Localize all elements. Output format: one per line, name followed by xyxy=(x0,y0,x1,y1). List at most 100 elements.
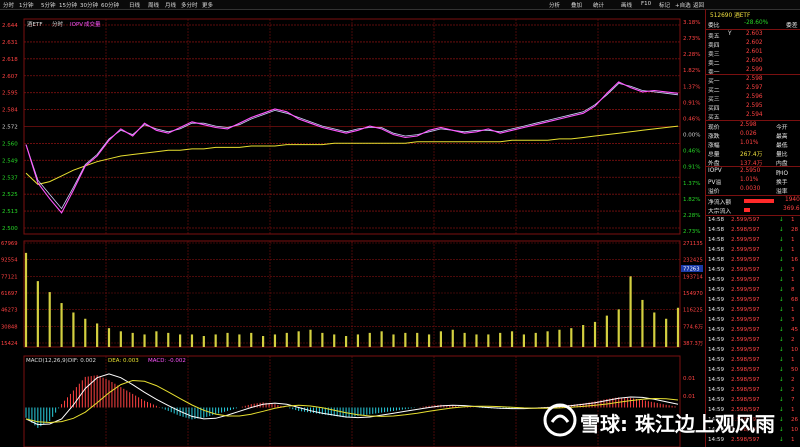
flow-bar xyxy=(744,199,774,203)
volume-tick-label-left: 77121 xyxy=(1,274,18,280)
iopv-label: IOPV xyxy=(708,168,722,174)
divider xyxy=(706,195,800,196)
iopv-row: 溢价 0.0030 溢率 xyxy=(706,186,800,195)
tick-row: 14:58 2.598/597 ↓ 28 xyxy=(706,227,800,235)
toolbar-action-1[interactable]: 叠加 xyxy=(571,1,582,9)
toolbar-tab-10[interactable]: 更多 xyxy=(202,1,213,9)
tick-direction: ↓ xyxy=(779,237,784,243)
toolbar-tab-7[interactable]: 周线 xyxy=(148,1,159,9)
volume-tick-label-left: 61697 xyxy=(1,291,18,297)
tick-price: 2.599/597 xyxy=(731,287,760,293)
price-tick-label: 2.631 xyxy=(2,40,18,46)
volume-tick-label-right: 193714 xyxy=(683,274,704,280)
toolbar-action-7[interactable]: 返回 xyxy=(693,1,704,9)
divider xyxy=(706,166,800,167)
bid-price: 2.596 xyxy=(746,94,763,100)
volume-tick-label-left: 15424 xyxy=(1,341,18,347)
tick-volume: 2 xyxy=(791,377,795,383)
tick-time: 14:59 xyxy=(708,277,725,283)
pct-tick-label: 2.28% xyxy=(683,52,700,58)
legend-mode: 分时 xyxy=(52,20,64,28)
tick-volume: 50 xyxy=(791,367,799,373)
tick-direction: ↓ xyxy=(779,327,784,333)
tick-time: 14:58 xyxy=(708,237,725,243)
quote-panel: 512690 酒ETF 委比 -28.60% 委差 卖五 Y 2.603 卖四 2.60… xyxy=(705,9,800,447)
webi-label: 委比 xyxy=(708,23,720,29)
legend-fund-name: 酒ETF xyxy=(27,20,43,28)
tick-row: 14:58 2.599/597 ↓ 16 xyxy=(706,257,800,265)
tick-volume: 2 xyxy=(791,387,795,393)
ask-price: 2.601 xyxy=(746,49,763,55)
weicha-label: 委差 xyxy=(786,23,798,29)
stat-label: 现价 xyxy=(708,125,720,131)
tick-time: 14:59 xyxy=(708,317,725,323)
tick-volume: 2 xyxy=(791,337,795,343)
bid-row: 买二 2.597 xyxy=(706,85,800,94)
stat-label: 涨幅 xyxy=(708,143,720,149)
watermark: 雪球: 珠江边上观风雨 xyxy=(540,398,800,442)
tick-row: 14:59 2.598/597 ↓ 50 xyxy=(706,367,800,375)
toolbar-tab-6[interactable]: 日线 xyxy=(129,1,140,9)
tick-volume: 1 xyxy=(791,307,795,313)
tick-volume: 3 xyxy=(791,267,795,273)
tick-volume: 68 xyxy=(791,297,799,303)
toolbar-tab-2[interactable]: 5分钟 xyxy=(41,1,56,9)
price-tick-label: 2.644 xyxy=(2,23,18,29)
price-tick-label: 2.549 xyxy=(2,158,18,164)
iopv-label: 溢价 xyxy=(708,189,720,195)
macd-value: MACD: -0.002 xyxy=(148,358,186,364)
stat-value: 267.4万 xyxy=(740,152,763,158)
tick-time: 14:58 xyxy=(708,227,725,233)
toolbar-tab-9[interactable]: 多分时 xyxy=(181,1,198,9)
toolbar-action-0[interactable]: 分析 xyxy=(549,1,560,9)
tick-price: 2.599/597 xyxy=(731,247,760,253)
volume-tick-label-right: 271135 xyxy=(683,241,703,247)
macd-right-label: 0.01 xyxy=(683,376,695,382)
volume-tick-label-right: 154970 xyxy=(683,291,703,297)
ask-label: 卖四 xyxy=(708,43,720,49)
toolbar-tab-3[interactable]: 15分钟 xyxy=(59,1,77,9)
tick-volume: 1 xyxy=(791,237,795,243)
webi-row: 委比 -28.60% 委差 xyxy=(706,20,800,29)
chart-canvas[interactable]: 2.644 2.631 2.618 2.607 2.595 2.584 2.572 2.560… xyxy=(0,9,705,447)
tick-price: 2.598/597 xyxy=(731,357,760,363)
pct-tick-label: 0.00% xyxy=(683,133,700,139)
toolbar-tab-8[interactable]: 月线 xyxy=(165,1,176,9)
toolbar-action-4[interactable]: F10 xyxy=(641,1,651,7)
tick-time: 14:58 xyxy=(708,247,725,253)
toolbar-action-2[interactable]: 统计 xyxy=(593,1,604,9)
ask-price: 2.602 xyxy=(746,40,763,46)
toolbar-tab-0[interactable]: 分时 xyxy=(3,1,14,9)
ask-row: 卖四 2.602 xyxy=(706,40,800,49)
divider xyxy=(706,120,800,121)
tick-time: 14:59 xyxy=(708,307,725,313)
tick-price: 2.599/597 xyxy=(731,267,760,273)
tick-direction: ↓ xyxy=(779,367,784,373)
toolbar-action-3[interactable]: 画线 xyxy=(621,1,632,9)
tick-row: 14:59 2.599/597 ↓ 1 xyxy=(706,307,800,315)
iopv-row: PV溢 1.01% 换手 xyxy=(706,177,800,186)
iopv-value: 0.0030 xyxy=(740,186,761,192)
toolbar-action-5[interactable]: 标记 xyxy=(659,1,670,9)
tick-direction: ↓ xyxy=(779,287,784,293)
toolbar-tab-4[interactable]: 30分钟 xyxy=(80,1,98,9)
volume-tick-label-right: 116225 xyxy=(683,308,703,314)
bid-row: 买三 2.596 xyxy=(706,94,800,103)
tick-price: 2.599/597 xyxy=(731,237,760,243)
tick-row: 14:59 2.598/597 ↓ 2 xyxy=(706,377,800,385)
bid-price: 2.595 xyxy=(746,103,763,109)
bid-row: 买四 2.595 xyxy=(706,103,800,112)
toolbar-tab-5[interactable]: 60分钟 xyxy=(101,1,119,9)
tick-time: 14:59 xyxy=(708,297,725,303)
pct-tick-label: 2.73% xyxy=(683,36,700,42)
tick-row: 14:58 2.599/597 ↓ 1 xyxy=(706,237,800,245)
toolbar-tab-1[interactable]: 1分钟 xyxy=(19,1,34,9)
tick-time: 14:59 xyxy=(708,357,725,363)
tick-row: 14:59 2.599/597 ↓ 10 xyxy=(706,347,800,355)
intraday-chart[interactable]: 2.644 2.631 2.618 2.607 2.595 2.584 2.572 2.560… xyxy=(0,9,705,447)
ask-row: 卖二 2.600 xyxy=(706,58,800,67)
iopv-label-2: 昨IO xyxy=(776,171,789,177)
price-tick-label: 2.572 xyxy=(2,125,18,131)
toolbar-action-6[interactable]: +自选 xyxy=(675,1,691,9)
bid-price: 2.598 xyxy=(746,76,763,82)
